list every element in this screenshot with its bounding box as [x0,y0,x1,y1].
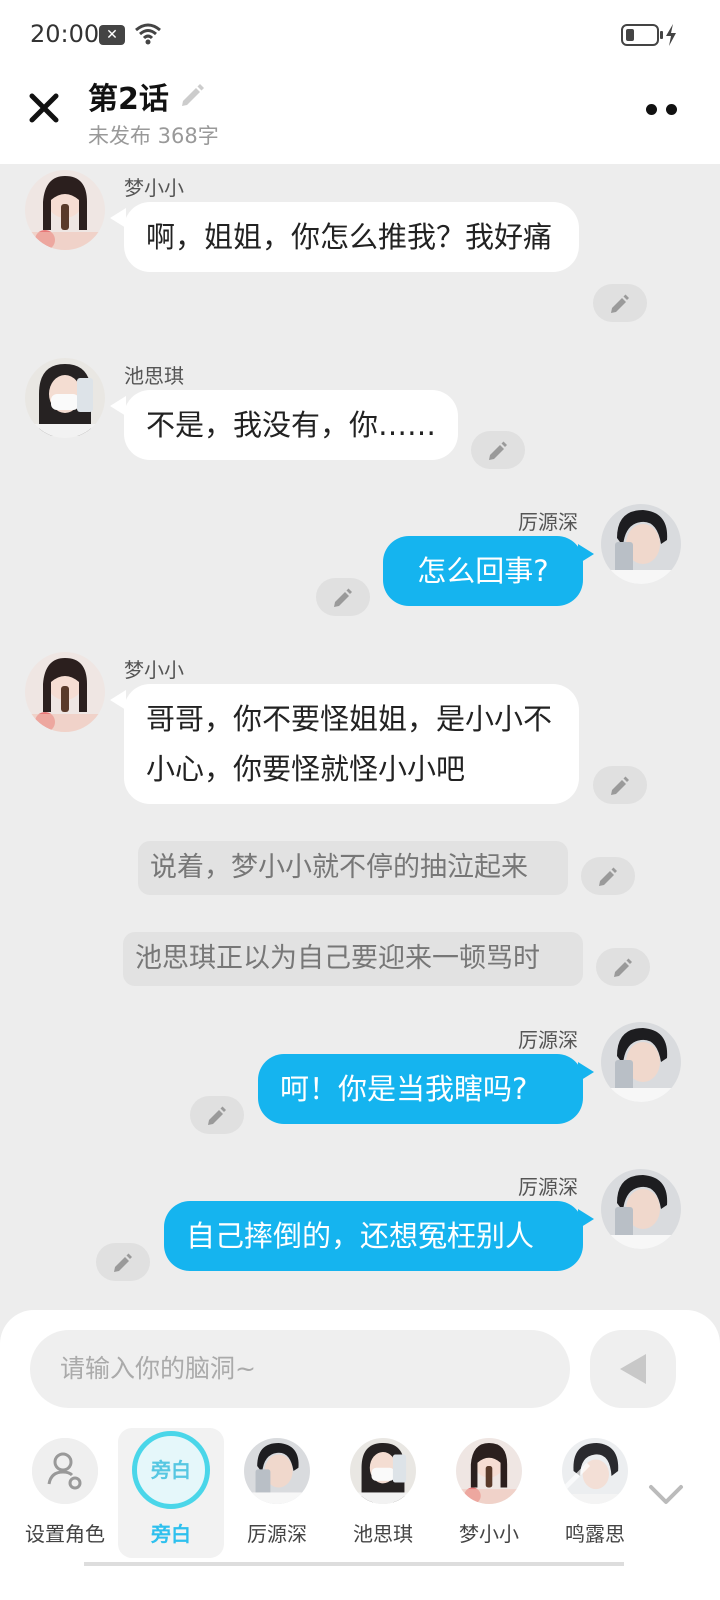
role-meng[interactable]: 梦小小 [436,1428,542,1558]
send-icon [620,1354,646,1384]
pencil-icon [611,776,629,795]
pencil-icon [599,867,617,886]
status-time: 20:00 [30,20,100,48]
chapter-title[interactable]: 第2话 [88,74,169,118]
person-settings-icon [32,1438,98,1504]
role-set-character[interactable]: 设置角色 [12,1428,118,1558]
role-label: 设置角色 [25,1522,105,1546]
role-label: 旁白 [151,1522,191,1546]
role-selector: 设置角色 旁白 旁白 厉源深 池思琪 梦小小 鸣露思 [0,1428,720,1558]
message-sender-name: 池思琪 [124,364,184,388]
top-bar: 第2话 未发布 368字 [0,70,720,164]
pencil-icon [489,441,507,460]
battery-icon [621,24,663,46]
edit-message-button[interactable] [581,857,635,895]
avatar-chi[interactable] [25,358,105,438]
avatar-li[interactable] [601,1022,681,1102]
edit-title-icon[interactable] [178,80,206,108]
avatar-meng[interactable] [25,652,105,732]
more-options-icon[interactable] [646,102,682,116]
edit-message-button[interactable] [316,578,370,616]
role-narrator[interactable]: 旁白 旁白 [118,1428,224,1558]
status-bar: 20:00 ✕ [0,0,720,70]
pencil-icon [114,1253,132,1272]
narration-text[interactable]: 说着，梦小小就不停的抽泣起来 [138,841,568,895]
edit-message-button[interactable] [96,1243,150,1281]
pencil-icon [208,1106,226,1125]
pencil-icon [611,294,629,313]
edit-message-button[interactable] [593,284,647,322]
pencil-icon [614,958,632,977]
message-bubble[interactable]: 呵！你是当我瞎吗? [258,1054,583,1124]
chevron-down-icon[interactable] [648,1484,684,1506]
message-bubble[interactable]: 哥哥，你不要怪姐姐，是小小不小心，你要怪就怪小小吧 [124,684,579,804]
role-label: 厉源深 [247,1522,307,1546]
message-sender-name: 厉源深 [518,1175,578,1199]
message-bubble[interactable]: 不是，我没有，你…… [124,390,458,460]
close-icon[interactable] [28,92,60,124]
charging-icon [666,24,676,46]
role-ming[interactable]: 鸣露思 [542,1428,632,1558]
edit-message-button[interactable] [593,766,647,804]
pencil-icon [334,588,352,607]
composer-panel: 请输入你的脑洞~ 设置角色 旁白 旁白 厉源深 池思琪 梦小小 鸣露思 [0,1310,720,1600]
notification-x-icon: ✕ [99,25,125,45]
role-chi[interactable]: 池思琪 [330,1428,436,1558]
role-label: 鸣露思 [565,1522,625,1546]
edit-message-button[interactable] [190,1096,244,1134]
message-bubble[interactable]: 自己摔倒的，还想冤枉别人 [164,1201,583,1271]
chapter-status: 未发布 368字 [88,124,219,148]
role-label: 梦小小 [459,1522,519,1546]
story-input[interactable]: 请输入你的脑洞~ [30,1330,570,1408]
narration-text[interactable]: 池思琪正以为自己要迎来一顿骂时 [123,932,583,986]
role-avatar [350,1438,416,1504]
role-label: 池思琪 [353,1522,413,1546]
avatar-meng[interactable] [25,170,105,250]
message-bubble[interactable]: 怎么回事? [383,536,583,606]
message-sender-name: 梦小小 [124,658,184,682]
edit-message-button[interactable] [596,948,650,986]
avatar-li[interactable] [601,1169,681,1249]
chat-area: 梦小小 啊，姐姐，你怎么推我？我好痛 池思琪 不是，我没有，你…… 厉源深 怎么… [0,164,720,1310]
narrator-badge: 旁白 [132,1431,210,1509]
send-button[interactable] [590,1330,676,1408]
role-avatar [456,1438,522,1504]
message-bubble[interactable]: 啊，姐姐，你怎么推我？我好痛 [124,202,579,272]
message-sender-name: 梦小小 [124,176,184,200]
avatar-li[interactable] [601,504,681,584]
edit-message-button[interactable] [471,431,525,469]
role-avatar [244,1438,310,1504]
message-sender-name: 厉源深 [518,510,578,534]
role-avatar [562,1438,628,1504]
message-sender-name: 厉源深 [518,1028,578,1052]
role-li[interactable]: 厉源深 [224,1428,330,1558]
home-indicator [84,1562,624,1566]
wifi-icon [135,23,161,45]
